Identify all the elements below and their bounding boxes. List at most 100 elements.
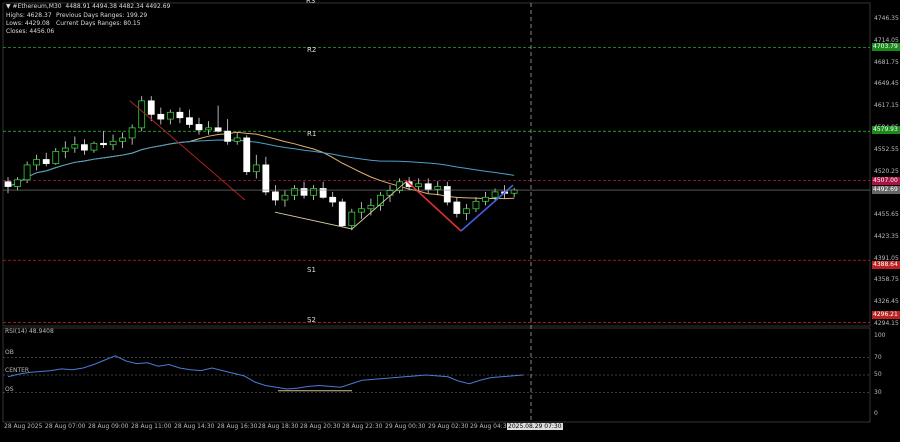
time-axis-label: 29 Aug 00:30 <box>385 423 426 430</box>
candle-body <box>491 191 499 198</box>
current-price-tag: 4492.69 <box>872 186 900 194</box>
candle-body <box>300 188 308 196</box>
rsi-center-label: CENTER <box>5 367 30 374</box>
candle-body <box>233 137 241 142</box>
time-axis-label: 28 Aug 20:30 <box>300 423 341 430</box>
candle-body <box>310 188 318 196</box>
price-axis-label: 4552.55 <box>874 145 899 153</box>
candle-body <box>443 186 451 203</box>
candle-body <box>472 200 480 210</box>
pivot-s2-label: S2 <box>307 316 316 324</box>
pattern-red-leg <box>405 179 462 232</box>
time-axis-label: 28 Aug 22:30 <box>342 423 383 430</box>
pivot-r2-label: R2 <box>307 46 317 54</box>
candle-body <box>367 204 375 210</box>
rsi-title: RSI(14) 48.9408 <box>5 328 54 335</box>
candle-body <box>138 100 146 129</box>
candle-body <box>482 196 489 202</box>
candle-body <box>386 190 394 196</box>
price-axis-label: 4358.75 <box>874 276 899 284</box>
price-axis-label: 4746.35 <box>874 15 899 22</box>
pivot-levels <box>3 47 870 323</box>
rsi-axis-label: 100 <box>874 331 886 339</box>
rsi-os-label: OS <box>5 386 14 393</box>
rsi-indicator <box>3 355 870 393</box>
chart-canvas[interactable] <box>0 0 900 438</box>
candle-body <box>252 164 260 173</box>
candle-body <box>14 179 21 187</box>
candle-body <box>291 188 298 196</box>
candle-body <box>462 208 470 214</box>
pattern-blue-leg <box>460 184 514 232</box>
r2-price-tag: 4703.79 <box>872 43 900 51</box>
price-axis-label: 4681.75 <box>874 58 899 66</box>
candle-body <box>81 144 88 151</box>
candle-body <box>186 117 193 125</box>
time-axis-label: 28 Aug 18:30 <box>258 423 299 430</box>
rsi-axis-label: 30 <box>874 388 882 396</box>
prev-range-text: Previous Days Ranges: 199.29 <box>56 12 148 19</box>
rsi-ob-label: OB <box>5 349 14 356</box>
rsi-axis-label: 50 <box>874 371 882 378</box>
candle-body <box>147 100 155 115</box>
pattern-red-line-a <box>129 100 246 201</box>
time-cursor-tag: 2025.08.29 07:30 <box>507 423 563 430</box>
candle-body <box>262 164 270 193</box>
candle-body <box>195 124 203 131</box>
main-panel-border <box>2 2 871 327</box>
candle-body <box>4 181 12 187</box>
time-axis-label: 28 Aug 2025 <box>4 423 43 430</box>
rsi-line <box>7 355 524 390</box>
time-axis-label: 29 Aug 02:30 <box>428 423 469 430</box>
candle-body <box>23 164 31 181</box>
candle-body <box>100 142 107 146</box>
candle-body <box>42 159 50 164</box>
candle-body <box>271 191 279 201</box>
s1-price-tag: 4388.64 <box>872 261 900 269</box>
candle-body <box>128 127 136 139</box>
candle-body <box>281 194 289 201</box>
closes-text: Closes: 4456.06 <box>6 28 55 35</box>
candle-body <box>357 208 365 213</box>
time-axis-label: 28 Aug 07:00 <box>45 423 86 430</box>
price-axis-label: 4294.15 <box>874 320 899 327</box>
candle-body <box>243 137 251 173</box>
candle-body <box>348 211 356 227</box>
time-axis-label: 29 Aug 04:30 <box>470 423 511 430</box>
price-axis-label: 4649.45 <box>874 80 899 88</box>
candle-body <box>338 201 346 227</box>
candle-body <box>71 144 79 149</box>
time-axis-label: 28 Aug 14:30 <box>174 423 215 430</box>
candle-body <box>415 183 423 187</box>
candle-body <box>52 151 60 164</box>
trading-chart[interactable]: ▼ #Ethereum,M30 4488.91 4494.38 4482.34 … <box>0 0 900 438</box>
candle-body <box>166 111 174 120</box>
candle-body <box>109 140 117 146</box>
candle-body <box>424 183 432 190</box>
rsi-axis-label: 0 <box>874 410 878 418</box>
candle-body <box>453 201 461 214</box>
s2-price-tag: 4296.21 <box>872 311 900 319</box>
time-axis-label: 28 Aug 09:00 <box>88 423 129 430</box>
r1-price-tag: 4579.93 <box>872 126 900 134</box>
candle-body <box>214 127 222 132</box>
price-axis-label: 4520.25 <box>874 167 899 175</box>
candle-body <box>157 113 165 120</box>
candle-body <box>33 159 41 166</box>
pivot-r3-label: R3 <box>306 0 316 5</box>
symbol-info: ▼ #Ethereum,M30 4488.91 4494.38 4482.34 … <box>6 3 171 10</box>
price-axis-label: 4455.65 <box>874 211 899 219</box>
candle-body <box>61 147 69 152</box>
candle-body <box>434 186 442 190</box>
candle-body <box>329 196 337 203</box>
candle-body <box>205 127 212 131</box>
pattern-lines <box>129 100 514 232</box>
candle-body <box>176 111 184 119</box>
lows-text: Lows: 4429.08 <box>6 20 50 27</box>
highs-text: Highs: 4628.37 <box>6 12 52 19</box>
candle-body <box>224 130 232 142</box>
time-axis-label: 28 Aug 16:30 <box>217 423 258 430</box>
price-axis-label: 4617.15 <box>874 102 899 110</box>
time-axis-label: 28 Aug 11:00 <box>131 423 172 430</box>
pivot-r1-label: R1 <box>307 130 317 138</box>
